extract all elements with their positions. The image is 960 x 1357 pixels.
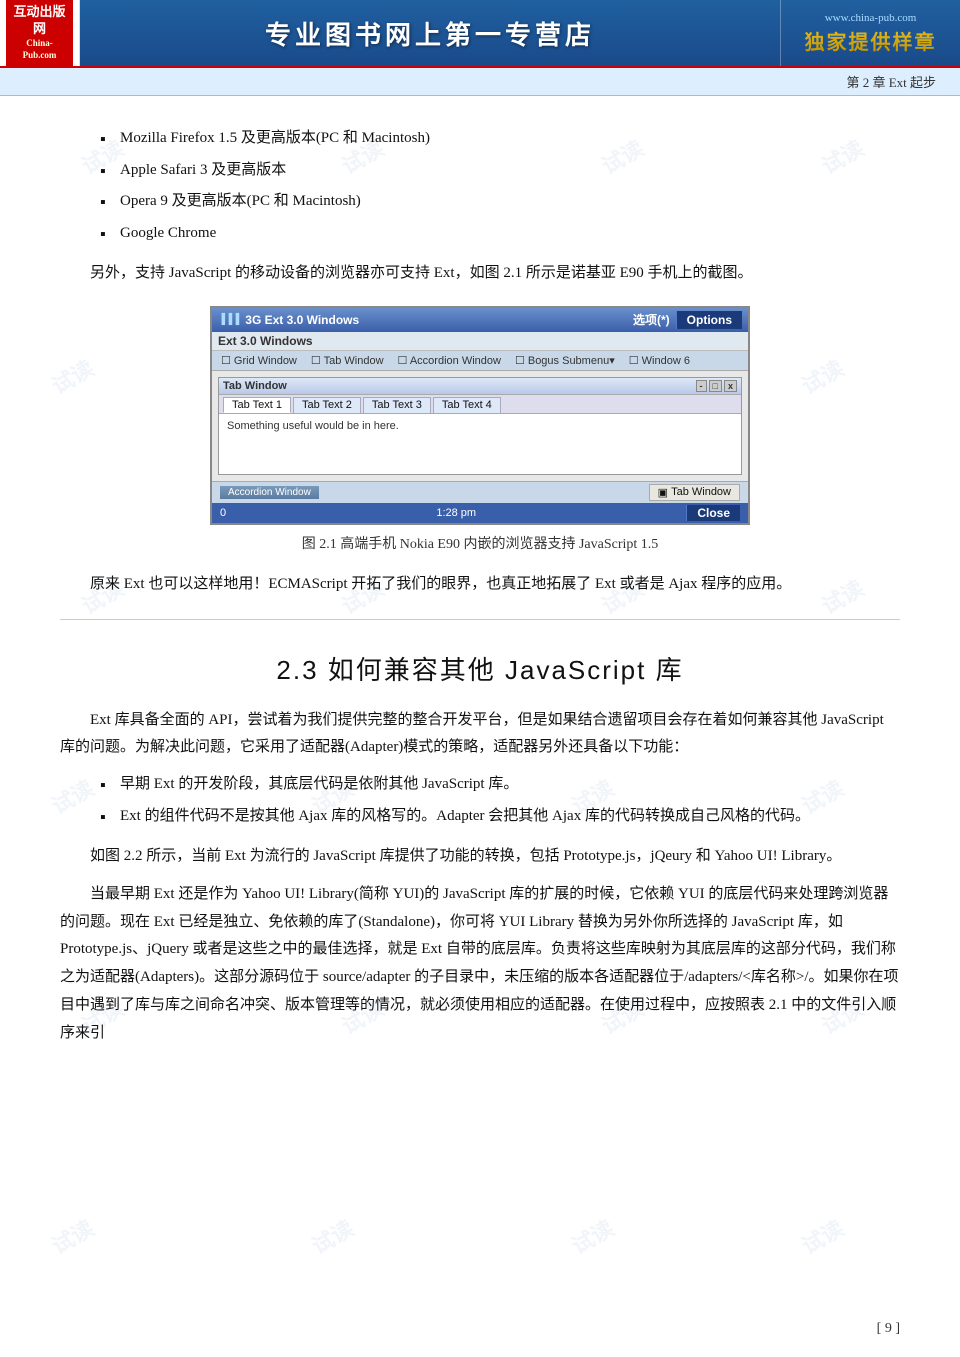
list-item: Google Chrome bbox=[100, 221, 900, 247]
header-banner: 独家提供样章 bbox=[805, 26, 937, 55]
phone-options-btn[interactable]: Options bbox=[676, 311, 742, 329]
logo-area: 互动出版网 China-Pub.com bbox=[0, 0, 80, 66]
phone-titlebar: ▐▐▐ 3G Ext 3.0 Windows 选项(*) Options bbox=[212, 308, 748, 332]
inner-tab-window: Tab Window - □ x Tab Text 1 Tab Text 2 T… bbox=[218, 377, 742, 475]
maximize-btn[interactable]: □ bbox=[709, 380, 722, 392]
logo-bottom: China-Pub.com bbox=[12, 38, 67, 61]
accordion-tab-btn[interactable]: Accordion Window bbox=[220, 486, 319, 499]
status-close-btn[interactable]: Close bbox=[686, 505, 740, 521]
menu-grid-window[interactable]: ☐ Grid Window bbox=[218, 353, 300, 368]
phone-title-text: 3G Ext 3.0 Windows bbox=[245, 313, 359, 327]
inner-tab-content: Something useful would be in here. bbox=[219, 414, 741, 474]
phone-status-bar: 0 1:28 pm Close bbox=[212, 503, 748, 523]
minimize-btn[interactable]: - bbox=[696, 380, 707, 392]
watermark-22: 试读 bbox=[305, 1211, 359, 1261]
watermark-24: 试读 bbox=[795, 1211, 849, 1261]
paragraph-4: 如图 2.2 所示，当前 Ext 为流行的 JavaScript 库提供了功能的… bbox=[60, 843, 900, 871]
section-heading-2-3: 2.3 如何兼容其他 JavaScript 库 bbox=[60, 650, 900, 687]
header-right: www.china-pub.com 独家提供样章 bbox=[780, 0, 960, 66]
menu-tab-window[interactable]: ☐ Tab Window bbox=[308, 353, 387, 368]
phone-screenshot: ▐▐▐ 3G Ext 3.0 Windows 选项(*) Options Ext… bbox=[210, 306, 750, 525]
inner-title-text: Tab Window bbox=[223, 380, 287, 392]
page-number: [ 9 ] bbox=[877, 1321, 900, 1337]
header-url: www.china-pub.com bbox=[825, 12, 917, 24]
status-time: 1:28 pm bbox=[436, 507, 476, 519]
watermark-21: 试读 bbox=[45, 1211, 99, 1261]
phone-menu-bar: ☐ Grid Window ☐ Tab Window ☐ Accordion W… bbox=[212, 351, 748, 371]
tab-window-btn[interactable]: ▣ Tab Window bbox=[649, 484, 740, 501]
logo-box: 互动出版网 China-Pub.com bbox=[6, 0, 73, 65]
list-item: Opera 9 及更高版本(PC 和 Macintosh) bbox=[100, 189, 900, 215]
paragraph-1: 另外，支持 JavaScript 的移动设备的浏览器亦可支持 Ext，如图 2.… bbox=[60, 260, 900, 288]
inner-tab-bar: Tab Text 1 Tab Text 2 Tab Text 3 Tab Tex… bbox=[219, 395, 741, 414]
menu-accordion[interactable]: ☐ Accordion Window bbox=[395, 353, 504, 368]
header-title: 专业图书网上第一专营店 bbox=[265, 15, 595, 52]
phone-signal-text: 选项(*) bbox=[633, 311, 670, 328]
list-item-2-2: Ext 的组件代码不是按其他 Ajax 库的风格写的。Adapter 会把其他 … bbox=[100, 804, 900, 830]
chapter-band: 第 2 章 Ext 起步 bbox=[0, 68, 960, 96]
paragraph-5: 当最早期 Ext 还是作为 Yahoo UI! Library(简称 YUI)的… bbox=[60, 881, 900, 1048]
adapter-list: 早期 Ext 的开发阶段，其底层代码是依附其他 JavaScript 库。 Ex… bbox=[100, 772, 900, 829]
inner-win-buttons: - □ x bbox=[696, 380, 737, 392]
figure-caption: 图 2.1 高端手机 Nokia E90 内嵌的浏览器支持 JavaScript… bbox=[302, 533, 659, 553]
tab-window-icon: ▣ bbox=[658, 486, 668, 499]
signal-icon: ▐▐▐ bbox=[218, 314, 239, 325]
tab-window-label: Tab Window bbox=[671, 486, 731, 498]
paragraph-2: 原来 Ext 也可以这样地用！ECMAScript 开拓了我们的眼界，也真正地拓… bbox=[60, 571, 900, 599]
divider bbox=[60, 619, 900, 620]
inner-titlebar: Tab Window - □ x bbox=[219, 378, 741, 395]
list-item: Apple Safari 3 及更高版本 bbox=[100, 158, 900, 184]
menu-window6[interactable]: ☐ Window 6 bbox=[626, 353, 693, 368]
figure-2-1: ▐▐▐ 3G Ext 3.0 Windows 选项(*) Options Ext… bbox=[190, 306, 770, 553]
phone-subtitle: Ext 3.0 Windows bbox=[212, 332, 748, 351]
header-center: 专业图书网上第一专营店 bbox=[80, 0, 780, 66]
list-item-2-1: 早期 Ext 的开发阶段，其底层代码是依附其他 JavaScript 库。 bbox=[100, 772, 900, 798]
close-btn[interactable]: x bbox=[724, 380, 737, 392]
tab-3[interactable]: Tab Text 3 bbox=[363, 397, 431, 413]
status-left: 0 bbox=[220, 507, 226, 519]
tab-2[interactable]: Tab Text 2 bbox=[293, 397, 361, 413]
watermark-23: 试读 bbox=[565, 1211, 619, 1261]
main-content: Mozilla Firefox 1.5 及更高版本(PC 和 Macintosh… bbox=[0, 96, 960, 1087]
phone-titlebar-left: ▐▐▐ 3G Ext 3.0 Windows bbox=[218, 313, 359, 327]
tab-4[interactable]: Tab Text 4 bbox=[433, 397, 501, 413]
page-header: 互动出版网 China-Pub.com 专业图书网上第一专营店 www.chin… bbox=[0, 0, 960, 68]
list-item: Mozilla Firefox 1.5 及更高版本(PC 和 Macintosh… bbox=[100, 126, 900, 152]
menu-bogus[interactable]: ☐ Bogus Submenu▾ bbox=[512, 353, 618, 368]
paragraph-3: Ext 库具备全面的 API，尝试着为我们提供完整的整合开发平台，但是如果结合遗… bbox=[60, 707, 900, 763]
phone-bottom-bar: Accordion Window ▣ Tab Window bbox=[212, 481, 748, 503]
tab-1[interactable]: Tab Text 1 bbox=[223, 397, 291, 413]
logo-top: 互动出版网 bbox=[12, 4, 67, 38]
browser-list: Mozilla Firefox 1.5 及更高版本(PC 和 Macintosh… bbox=[100, 126, 900, 246]
